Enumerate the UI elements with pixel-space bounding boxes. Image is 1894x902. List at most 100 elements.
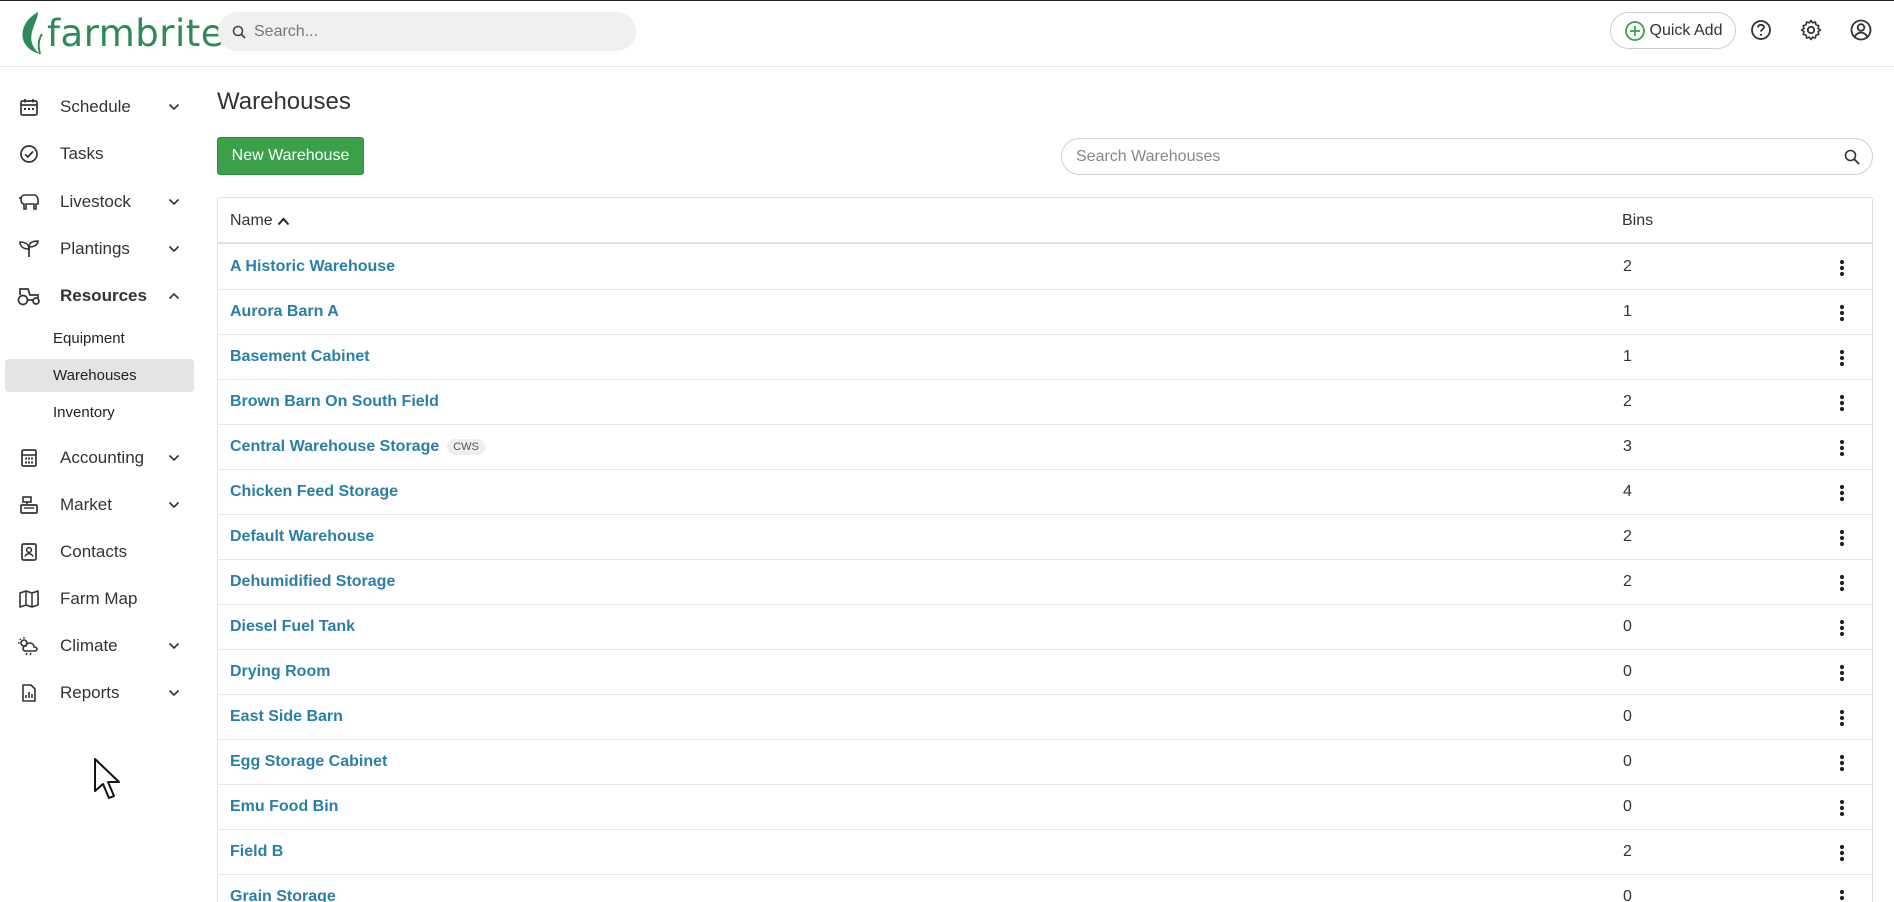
chevron-down-icon xyxy=(164,689,184,697)
weather-icon xyxy=(16,633,42,659)
row-actions-kebab-icon[interactable] xyxy=(1832,885,1852,902)
leaf-logo-icon xyxy=(22,12,43,55)
warehouse-name-link[interactable]: Aurora Barn A xyxy=(230,303,339,321)
bins-count: 0 xyxy=(1623,798,1632,815)
livestock-icon xyxy=(16,189,42,215)
sidebar-item-livestock[interactable]: Livestock xyxy=(5,182,194,222)
warehouse-name-link[interactable]: Grain Storage xyxy=(230,888,336,902)
row-actions-kebab-icon[interactable] xyxy=(1832,795,1852,821)
contact-card-icon xyxy=(16,539,42,565)
bins-count: 0 xyxy=(1623,663,1632,680)
warehouse-name-link[interactable]: Drying Room xyxy=(230,663,330,681)
warehouse-name-link[interactable]: Default Warehouse xyxy=(230,528,374,546)
sidebar-item-accounting[interactable]: Accounting xyxy=(5,438,194,478)
check-circle-icon xyxy=(16,141,42,167)
warehouse-name-link[interactable]: Basement Cabinet xyxy=(230,348,370,366)
sidebar-subitem-warehouses[interactable]: Warehouses xyxy=(5,359,194,392)
warehouse-name-link[interactable]: Chicken Feed Storage xyxy=(230,483,398,501)
global-search-input[interactable] xyxy=(254,22,614,41)
sidebar-item-label: Tasks xyxy=(60,144,104,163)
row-actions-kebab-icon[interactable] xyxy=(1832,345,1852,371)
warehouse-name-link[interactable]: Diesel Fuel Tank xyxy=(230,618,355,636)
warehouse-name-link[interactable]: Egg Storage Cabinet xyxy=(230,753,387,771)
row-actions-kebab-icon[interactable] xyxy=(1832,255,1852,281)
warehouse-name-link[interactable]: Brown Barn On South Field xyxy=(230,393,439,411)
report-icon xyxy=(16,680,42,706)
sidebar-item-farm-map[interactable]: Farm Map xyxy=(5,579,194,619)
warehouse-name-link[interactable]: East Side Barn xyxy=(230,708,343,726)
quick-add-button[interactable]: Quick Add xyxy=(1610,12,1736,49)
quick-add-label: Quick Add xyxy=(1649,21,1723,39)
global-search[interactable] xyxy=(218,12,636,51)
chevron-down-icon xyxy=(164,454,184,462)
page-title: Warehouses xyxy=(217,88,351,115)
sidebar-item-label: Contacts xyxy=(60,542,128,561)
new-warehouse-button[interactable]: New Warehouse xyxy=(217,137,364,175)
top-bar: farmbrite Quick Add xyxy=(0,0,1894,67)
sidebar-item-label: Reports xyxy=(60,683,120,702)
warehouse-name-link[interactable]: Dehumidified Storage xyxy=(230,573,395,591)
sidebar-subitem-equipment[interactable]: Equipment xyxy=(5,322,194,355)
warehouse-search-input[interactable] xyxy=(1076,147,1844,166)
table-header: Name Bins xyxy=(218,198,1872,244)
tractor-icon xyxy=(16,283,42,309)
sidebar-item-tasks[interactable]: Tasks xyxy=(5,134,194,174)
search-icon xyxy=(232,25,246,39)
warehouse-name-link[interactable]: A Historic Warehouse xyxy=(230,258,395,276)
sidebar-item-label: Livestock xyxy=(60,192,131,211)
table-row: Aurora Barn A 1 xyxy=(218,290,1872,335)
row-actions-kebab-icon[interactable] xyxy=(1832,525,1852,551)
bins-count: 2 xyxy=(1623,528,1632,545)
table-row: Drying Room 0 xyxy=(218,650,1872,695)
warehouse-search[interactable] xyxy=(1061,138,1873,175)
warehouse-name-link[interactable]: Field B xyxy=(230,843,283,861)
sidebar-item-contacts[interactable]: Contacts xyxy=(5,532,194,572)
table-row: Grain Storage 0 xyxy=(218,875,1872,902)
plus-circle-icon xyxy=(1624,20,1645,41)
help-icon[interactable] xyxy=(1747,16,1775,44)
search-icon[interactable] xyxy=(1844,149,1860,165)
bins-count: 1 xyxy=(1623,303,1632,320)
calendar-icon xyxy=(16,94,42,120)
sidebar-item-plantings[interactable]: Plantings xyxy=(5,229,194,269)
sidebar-item-reports[interactable]: Reports xyxy=(5,673,194,713)
column-header-name[interactable]: Name xyxy=(230,212,290,230)
warehouse-name-text: East Side Barn xyxy=(230,708,343,725)
column-header-name-label: Name xyxy=(230,212,273,229)
settings-gear-icon[interactable] xyxy=(1797,16,1825,44)
row-actions-kebab-icon[interactable] xyxy=(1832,750,1852,776)
row-actions-kebab-icon[interactable] xyxy=(1832,570,1852,596)
warehouse-name-text: Central Warehouse Storage xyxy=(230,438,440,455)
row-actions-kebab-icon[interactable] xyxy=(1832,840,1852,866)
sidebar-item-resources[interactable]: Resources xyxy=(5,276,194,316)
farmbrite-logo[interactable]: farmbrite xyxy=(18,9,224,57)
column-header-bins[interactable]: Bins xyxy=(1622,212,1653,230)
warehouse-name-link[interactable]: Central Warehouse Storage CWS xyxy=(230,438,485,456)
warehouse-name-link[interactable]: Emu Food Bin xyxy=(230,798,338,816)
table-row: Brown Barn On South Field 2 xyxy=(218,380,1872,425)
warehouse-name-text: Grain Storage xyxy=(230,888,336,902)
table-row: Field B 2 xyxy=(218,830,1872,875)
user-account-icon[interactable] xyxy=(1847,16,1875,44)
row-actions-kebab-icon[interactable] xyxy=(1832,390,1852,416)
bins-count: 0 xyxy=(1623,708,1632,725)
warehouse-name-text: Emu Food Bin xyxy=(230,798,339,815)
row-actions-kebab-icon[interactable] xyxy=(1832,480,1852,506)
bins-count: 2 xyxy=(1623,258,1632,275)
bins-count: 2 xyxy=(1623,843,1632,860)
sidebar-item-schedule[interactable]: Schedule xyxy=(5,87,194,127)
bins-count: 1 xyxy=(1623,348,1632,365)
bins-count: 2 xyxy=(1623,393,1632,410)
sidebar-item-market[interactable]: Market xyxy=(5,485,194,525)
row-actions-kebab-icon[interactable] xyxy=(1832,705,1852,731)
sidebar-item-label: Market xyxy=(60,495,112,514)
sidebar-subitem-inventory[interactable]: Inventory xyxy=(5,396,194,429)
bins-count: 2 xyxy=(1623,573,1632,590)
bins-count: 0 xyxy=(1623,753,1632,770)
sidebar-item-climate[interactable]: Climate xyxy=(5,626,194,666)
row-actions-kebab-icon[interactable] xyxy=(1832,660,1852,686)
row-actions-kebab-icon[interactable] xyxy=(1832,300,1852,326)
row-actions-kebab-icon[interactable] xyxy=(1832,435,1852,461)
warehouse-name-text: Basement Cabinet xyxy=(230,348,370,365)
row-actions-kebab-icon[interactable] xyxy=(1832,615,1852,641)
